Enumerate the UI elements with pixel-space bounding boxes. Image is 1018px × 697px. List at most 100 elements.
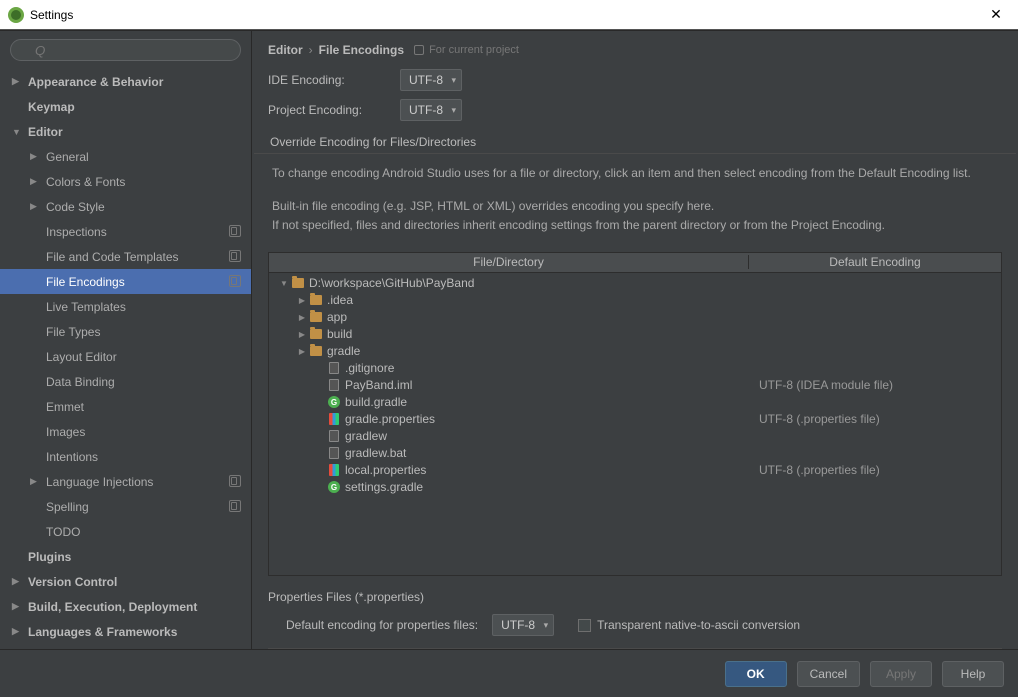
- table-header: File/Directory Default Encoding: [269, 253, 1001, 273]
- sidebar-item-emmet[interactable]: Emmet: [0, 394, 251, 419]
- file-name: PayBand.iml: [345, 378, 412, 392]
- sidebar-item-intentions[interactable]: Intentions: [0, 444, 251, 469]
- sidebar-item-build-execution-deployment[interactable]: Build, Execution, Deployment: [0, 594, 251, 619]
- sidebar-item-label: Inspections: [46, 225, 107, 239]
- sidebar-item-colors-fonts[interactable]: Colors & Fonts: [0, 169, 251, 194]
- settings-tree[interactable]: Appearance & Behavior Keymap EditorGeneral…: [0, 69, 251, 649]
- sidebar-item-data-binding[interactable]: Data Binding: [0, 369, 251, 394]
- file-name: local.properties: [345, 463, 426, 477]
- chevron-right-icon: ›: [309, 43, 313, 57]
- file-row[interactable]: Gbuild.gradle: [269, 394, 1001, 411]
- file-row[interactable]: gradle: [269, 343, 1001, 360]
- sidebar-item-images[interactable]: Images: [0, 419, 251, 444]
- project-scope-icon: [229, 275, 241, 287]
- sidebar-item-editor[interactable]: Editor: [0, 119, 251, 144]
- col-default-encoding[interactable]: Default Encoding: [749, 255, 1001, 269]
- file-row[interactable]: Gsettings.gradle: [269, 479, 1001, 496]
- file-name: build: [327, 327, 352, 341]
- encoding-table: File/Directory Default Encoding D:\works…: [268, 252, 1002, 576]
- file-row[interactable]: app: [269, 309, 1001, 326]
- project-icon: [414, 45, 424, 55]
- tree-arrow-icon: [12, 76, 28, 87]
- ide-encoding-dropdown[interactable]: UTF-8: [400, 69, 462, 91]
- gradle-icon: G: [327, 395, 341, 409]
- tree-arrow-icon: [12, 626, 28, 637]
- folder-icon: [309, 344, 323, 358]
- cancel-button[interactable]: Cancel: [797, 661, 860, 687]
- file-row[interactable]: .idea: [269, 292, 1001, 309]
- file-row[interactable]: build: [269, 326, 1001, 343]
- file-icon: [327, 429, 341, 443]
- sidebar-item-appearance-behavior[interactable]: Appearance & Behavior: [0, 69, 251, 94]
- sidebar-item-file-and-code-templates[interactable]: File and Code Templates: [0, 244, 251, 269]
- transparent-ascii-checkbox[interactable]: [578, 619, 591, 632]
- file-encoding: UTF-8 (.properties file): [749, 412, 1001, 426]
- sidebar-item-inspections[interactable]: Inspections: [0, 219, 251, 244]
- folder-icon: [309, 293, 323, 307]
- col-file-directory[interactable]: File/Directory: [269, 255, 749, 269]
- properties-icon: [327, 463, 341, 477]
- sidebar-item-plugins[interactable]: Plugins: [0, 544, 251, 569]
- sidebar-item-label: Code Style: [46, 200, 105, 214]
- sidebar-item-label: Keymap: [28, 100, 75, 114]
- sidebar-item-code-style[interactable]: Code Style: [0, 194, 251, 219]
- app-icon: [8, 7, 24, 23]
- file-name: .gitignore: [345, 361, 394, 375]
- file-row[interactable]: D:\workspace\GitHub\PayBand: [269, 275, 1001, 292]
- sidebar-item-general[interactable]: General: [0, 144, 251, 169]
- file-name: gradlew.bat: [345, 446, 406, 460]
- sidebar-item-layout-editor[interactable]: Layout Editor: [0, 344, 251, 369]
- project-encoding-dropdown[interactable]: UTF-8: [400, 99, 462, 121]
- folder-icon: [309, 327, 323, 341]
- dialog-button-bar: OK Cancel Apply Help: [0, 649, 1018, 697]
- title-bar: Settings ✕: [0, 0, 1018, 30]
- sidebar-item-label: Appearance & Behavior: [28, 75, 163, 89]
- apply-button[interactable]: Apply: [870, 661, 932, 687]
- file-row[interactable]: PayBand.iml UTF-8 (IDEA module file): [269, 377, 1001, 394]
- properties-header: Properties Files (*.properties): [268, 590, 1002, 604]
- file-encoding: UTF-8 (.properties file): [749, 463, 1001, 477]
- settings-sidebar: Appearance & Behavior Keymap EditorGeneral…: [0, 31, 252, 649]
- sidebar-item-language-injections[interactable]: Language Injections: [0, 469, 251, 494]
- project-scope-icon: [229, 475, 241, 487]
- ok-button[interactable]: OK: [725, 661, 787, 687]
- file-arrow-icon: [295, 313, 309, 322]
- sidebar-item-live-templates[interactable]: Live Templates: [0, 294, 251, 319]
- file-row[interactable]: gradlew.bat: [269, 445, 1001, 462]
- file-arrow-icon: [295, 296, 309, 305]
- sidebar-item-spelling[interactable]: Spelling: [0, 494, 251, 519]
- sidebar-item-languages-frameworks[interactable]: Languages & Frameworks: [0, 619, 251, 644]
- sidebar-item-label: Live Templates: [46, 300, 126, 314]
- help-button[interactable]: Help: [942, 661, 1004, 687]
- close-button[interactable]: ✕: [982, 6, 1010, 23]
- file-name: gradle: [327, 344, 360, 358]
- sidebar-item-label: Colors & Fonts: [46, 175, 125, 189]
- file-encoding: UTF-8 (IDEA module file): [749, 378, 1001, 392]
- file-row[interactable]: local.properties UTF-8 (.properties file): [269, 462, 1001, 479]
- sidebar-item-file-encodings[interactable]: File Encodings: [0, 269, 251, 294]
- sidebar-item-todo[interactable]: TODO: [0, 519, 251, 544]
- tree-arrow-icon: [30, 201, 46, 212]
- file-icon: [327, 446, 341, 460]
- sidebar-item-label: Build, Execution, Deployment: [28, 600, 197, 614]
- sidebar-item-keymap[interactable]: Keymap: [0, 94, 251, 119]
- file-row[interactable]: gradle.propertiesUTF-8 (.properties file…: [269, 411, 1001, 428]
- file-name: gradlew: [345, 429, 387, 443]
- properties-encoding-label: Default encoding for properties files:: [286, 618, 478, 632]
- transparent-ascii-label: Transparent native-to-ascii conversion: [597, 618, 800, 632]
- file-row[interactable]: gradlew: [269, 428, 1001, 445]
- sidebar-item-label: Languages & Frameworks: [28, 625, 177, 639]
- sidebar-item-file-types[interactable]: File Types: [0, 319, 251, 344]
- file-tree[interactable]: D:\workspace\GitHub\PayBand .idea appbuild…: [269, 273, 1001, 575]
- search-input[interactable]: [10, 39, 241, 61]
- sidebar-item-label: Emmet: [46, 400, 84, 414]
- breadcrumb: Editor › File Encodings For current proj…: [252, 31, 1018, 65]
- sidebar-item-label: File Types: [46, 325, 100, 339]
- file-row[interactable]: .gitignore: [269, 360, 1001, 377]
- sidebar-item-version-control[interactable]: Version Control: [0, 569, 251, 594]
- file-name: D:\workspace\GitHub\PayBand: [309, 276, 474, 290]
- properties-encoding-dropdown[interactable]: UTF-8: [492, 614, 554, 636]
- properties-icon: [327, 412, 341, 426]
- file-name: .idea: [327, 293, 353, 307]
- sidebar-item-label: TODO: [46, 525, 80, 539]
